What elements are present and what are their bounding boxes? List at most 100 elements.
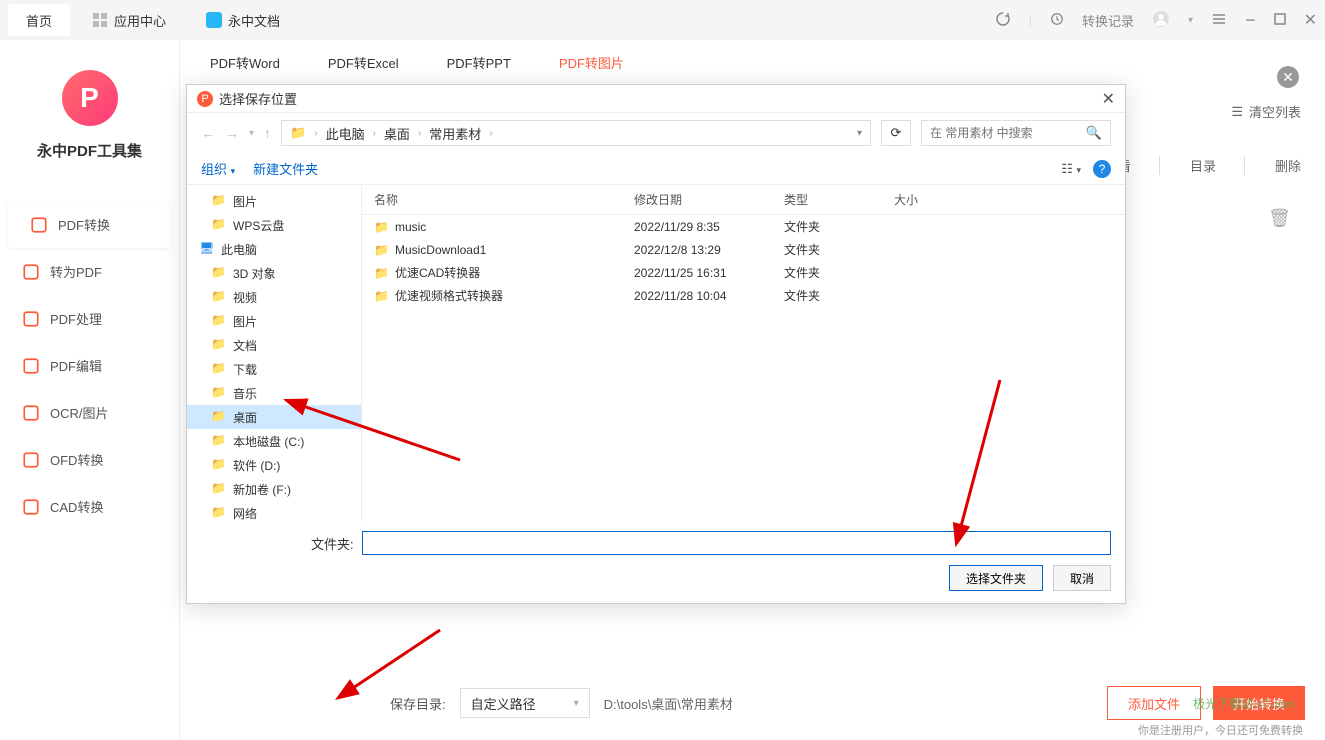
subtab-word[interactable]: PDF转Word bbox=[210, 53, 280, 72]
tab-doc[interactable]: 永中文档 bbox=[188, 4, 298, 36]
nav-recent-button[interactable]: ▾ bbox=[249, 128, 254, 139]
tree-item-11[interactable]: 📁软件 (D:) bbox=[187, 453, 361, 477]
tree-item-12[interactable]: 📁新加卷 (F:) bbox=[187, 477, 361, 501]
delete-button[interactable]: 删除 bbox=[1275, 156, 1301, 175]
select-folder-button[interactable]: 选择文件夹 bbox=[949, 565, 1043, 591]
file-list: 名称 修改日期 类型 大小 📁music2022/11/29 8:35文件夹📁M… bbox=[362, 185, 1125, 521]
tree-item-10[interactable]: 📁本地磁盘 (C:) bbox=[187, 429, 361, 453]
subtab-ppt[interactable]: PDF转PPT bbox=[447, 53, 511, 72]
start-convert-button[interactable]: 开始转换 bbox=[1213, 686, 1305, 720]
search-input[interactable] bbox=[930, 126, 1086, 140]
nav-icon bbox=[22, 263, 40, 281]
new-folder-button[interactable]: 新建文件夹 bbox=[253, 159, 318, 178]
folder-field-label: 文件夹: bbox=[311, 534, 354, 553]
tab-doc-label: 永中文档 bbox=[228, 11, 280, 30]
tree-label: 桌面 bbox=[233, 409, 257, 426]
folder-name-input[interactable] bbox=[362, 531, 1111, 555]
view-mode-button[interactable]: ☷ ▾ bbox=[1061, 161, 1081, 177]
nav-back-button[interactable]: ← bbox=[201, 125, 215, 141]
tree-icon: 📁 bbox=[211, 409, 227, 425]
folder-tree: 📁图片📁WPS云盘🖥此电脑📁3D 对象📁视频📁图片📁文档📁下载📁音乐📁桌面📁本地… bbox=[187, 185, 362, 521]
save-dir-value: 自定义路径 bbox=[471, 694, 536, 713]
close-button[interactable]: ✕ bbox=[1304, 10, 1317, 30]
nav-item-3[interactable]: PDF编辑 bbox=[0, 342, 179, 389]
tree-item-8[interactable]: 📁音乐 bbox=[187, 381, 361, 405]
help-icon[interactable]: ? bbox=[1093, 160, 1111, 178]
crumb-0[interactable]: 此电脑 bbox=[326, 124, 365, 143]
subtab-excel[interactable]: PDF转Excel bbox=[328, 53, 399, 72]
tree-item-1[interactable]: 📁WPS云盘 bbox=[187, 213, 361, 237]
tab-app-center[interactable]: 应用中心 bbox=[74, 4, 184, 36]
tab-app-center-label: 应用中心 bbox=[114, 11, 166, 30]
file-row[interactable]: 📁MusicDownload12022/12/8 13:29文件夹 bbox=[362, 238, 1125, 261]
nav-up-button[interactable]: ↑ bbox=[264, 125, 271, 141]
crumb-1[interactable]: 桌面 bbox=[384, 124, 410, 143]
path-dropdown-icon[interactable]: ▾ bbox=[857, 128, 862, 139]
doc-icon bbox=[206, 12, 222, 28]
tree-item-9[interactable]: 📁 桌面 bbox=[187, 405, 361, 429]
nav-label: PDF转换 bbox=[58, 215, 110, 234]
nav-item-1[interactable]: 转为PDF bbox=[0, 248, 179, 295]
top-tabs-bar: 首页 应用中心 永中文档 | 转换记录 ▾ − ✕ bbox=[0, 0, 1325, 40]
file-row[interactable]: 📁优速视频格式转换器2022/11/28 10:04文件夹 bbox=[362, 284, 1125, 307]
col-size[interactable]: 大小 bbox=[894, 191, 1113, 208]
tree-label: 本地磁盘 (C:) bbox=[233, 433, 304, 450]
save-dir-select[interactable]: 自定义路径 ▾ bbox=[460, 688, 590, 718]
dialog-close-button[interactable]: ✕ bbox=[1102, 89, 1115, 109]
tree-item-0[interactable]: 📁图片 bbox=[187, 189, 361, 213]
dialog-titlebar: P 选择保存位置 ✕ bbox=[187, 85, 1125, 113]
top-right-controls: | 转换记录 ▾ − ✕ bbox=[995, 10, 1317, 31]
nav-forward-button[interactable]: → bbox=[225, 125, 239, 141]
tab-home[interactable]: 首页 bbox=[8, 4, 70, 36]
nav-item-6[interactable]: CAD转换 bbox=[0, 483, 179, 530]
dialog-search[interactable]: 🔍 bbox=[921, 120, 1111, 146]
tree-item-3[interactable]: 📁3D 对象 bbox=[187, 261, 361, 285]
tree-label: 软件 (D:) bbox=[233, 457, 280, 474]
tree-label: 音乐 bbox=[233, 385, 257, 402]
tree-icon: 📁 bbox=[211, 337, 227, 353]
minimize-button[interactable]: − bbox=[1245, 10, 1256, 31]
bottom-bar: 保存目录: 自定义路径 ▾ D:\tools\桌面\常用素材 添加文件 开始转换 bbox=[390, 686, 1305, 720]
tree-item-13[interactable]: 📁网络 bbox=[187, 501, 361, 521]
file-row[interactable]: 📁优速CAD转换器2022/11/25 16:31文件夹 bbox=[362, 261, 1125, 284]
tree-item-5[interactable]: 📁图片 bbox=[187, 309, 361, 333]
nav-refresh-button[interactable]: ⟳ bbox=[881, 120, 911, 146]
breadcrumb-path[interactable]: 📁 › 此电脑› 桌面› 常用素材› ▾ bbox=[281, 120, 871, 146]
menu-icon[interactable] bbox=[1211, 11, 1227, 30]
tree-label: 下载 bbox=[233, 361, 257, 378]
organize-button[interactable]: 组织 ▾ bbox=[201, 159, 235, 178]
tree-label: 图片 bbox=[233, 313, 257, 330]
tree-item-2[interactable]: 🖥此电脑 bbox=[187, 237, 361, 261]
nav-item-4[interactable]: OCR/图片 bbox=[0, 389, 179, 436]
cancel-button[interactable]: 取消 bbox=[1053, 565, 1111, 591]
crumb-2[interactable]: 常用素材 bbox=[429, 124, 481, 143]
tree-icon: 📁 bbox=[211, 361, 227, 377]
trash-icon[interactable]: 🗑 bbox=[1268, 208, 1291, 229]
subtab-image[interactable]: PDF转图片 bbox=[559, 53, 624, 72]
history-link[interactable]: 转换记录 bbox=[1082, 11, 1134, 30]
nav-item-2[interactable]: PDF处理 bbox=[0, 295, 179, 342]
col-name[interactable]: 名称 bbox=[374, 191, 634, 208]
col-type[interactable]: 类型 bbox=[784, 191, 894, 208]
tree-item-6[interactable]: 📁 文档 bbox=[187, 333, 361, 357]
clear-list-button[interactable]: ☰ 清空列表 bbox=[1231, 102, 1301, 121]
user-icon[interactable] bbox=[1152, 10, 1170, 31]
clock-icon[interactable] bbox=[1050, 12, 1064, 29]
col-date[interactable]: 修改日期 bbox=[634, 191, 784, 208]
maximize-button[interactable] bbox=[1274, 13, 1286, 28]
tree-label: 此电脑 bbox=[221, 241, 257, 258]
file-row[interactable]: 📁music2022/11/29 8:35文件夹 bbox=[362, 215, 1125, 238]
tree-item-7[interactable]: 📁 下载 bbox=[187, 357, 361, 381]
list-icon: ☰ bbox=[1231, 104, 1243, 120]
tree-icon: 📁 bbox=[211, 217, 227, 233]
nav-item-5[interactable]: OFD转换 bbox=[0, 436, 179, 483]
nav-label: OCR/图片 bbox=[50, 403, 109, 422]
tree-label: 文档 bbox=[233, 337, 257, 354]
nav-item-0[interactable]: PDF转换 bbox=[8, 201, 171, 248]
close-panel-button[interactable]: ✕ bbox=[1277, 66, 1299, 88]
tree-item-4[interactable]: 📁视频 bbox=[187, 285, 361, 309]
add-file-button[interactable]: 添加文件 bbox=[1107, 686, 1201, 720]
refresh-icon[interactable] bbox=[995, 11, 1011, 30]
logo-area: P 永中PDF工具集 bbox=[0, 40, 179, 181]
catalog-button[interactable]: 目录 bbox=[1190, 156, 1245, 175]
